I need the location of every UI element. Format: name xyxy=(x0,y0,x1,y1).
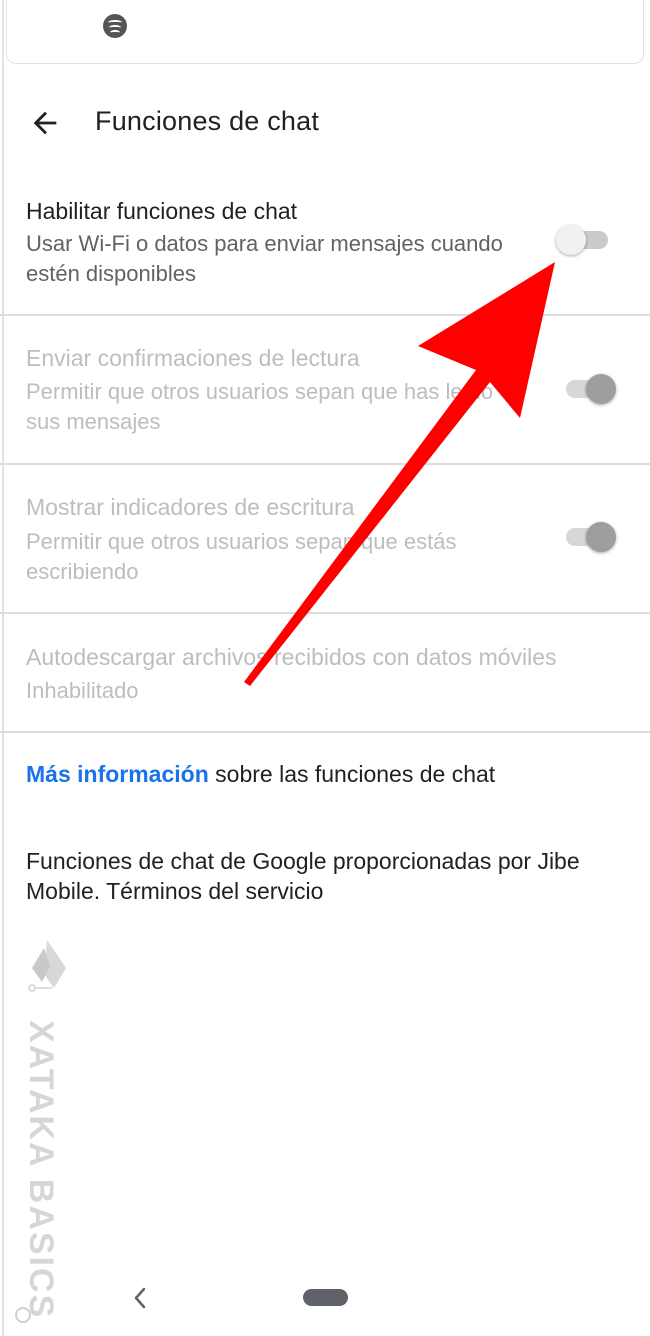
setting-enable-chat[interactable]: Habilitar funciones de chat Usar Wi-Fi o… xyxy=(0,186,650,314)
setting-title: Autodescargar archivos recibidos con dat… xyxy=(26,644,557,670)
setting-title: Habilitar funciones de chat xyxy=(26,198,298,224)
more-info-line: Más información sobre las funciones de c… xyxy=(26,761,495,788)
setting-read-receipts: Enviar confirmaciones de lectura Permiti… xyxy=(0,335,650,463)
page-title: Funciones de chat xyxy=(95,106,320,136)
setting-description: Inhabilitado xyxy=(26,678,139,703)
xataka-logo-icon xyxy=(28,940,66,992)
footer-text: Funciones de chat de Google proporcionad… xyxy=(26,848,580,904)
corner-dot xyxy=(15,1307,31,1323)
typing-indicators-switch xyxy=(566,522,618,554)
setting-typing-indicators: Mostrar indicadores de escritura Permiti… xyxy=(0,484,650,612)
read-receipts-switch xyxy=(566,374,618,406)
setting-auto-download: Autodescargar archivos recibidos con dat… xyxy=(0,632,650,730)
setting-description: Permitir que otros usuarios sepan que es… xyxy=(26,529,457,584)
divider xyxy=(0,314,650,316)
arrow-left-icon[interactable] xyxy=(28,106,62,140)
divider xyxy=(0,463,650,465)
divider xyxy=(0,612,650,614)
previous-card xyxy=(6,0,644,64)
enable-chat-switch[interactable] xyxy=(556,225,608,257)
home-pill-icon[interactable] xyxy=(303,1289,348,1306)
nav-back-icon[interactable] xyxy=(128,1284,152,1312)
spotify-icon xyxy=(103,14,127,38)
setting-title: Mostrar indicadores de escritura xyxy=(26,494,355,520)
more-info-text: sobre las funciones de chat xyxy=(208,761,496,787)
setting-description: Usar Wi-Fi o datos para enviar mensajes … xyxy=(26,231,503,286)
setting-description: Permitir que otros usuarios sepan que ha… xyxy=(26,379,494,434)
setting-title: Enviar confirmaciones de lectura xyxy=(26,345,360,371)
divider xyxy=(0,731,650,733)
watermark-text: XATAKA BASICS xyxy=(22,1020,60,1320)
app-bar: Funciones de chat xyxy=(0,92,650,152)
more-info-link[interactable]: Más información xyxy=(26,761,209,787)
